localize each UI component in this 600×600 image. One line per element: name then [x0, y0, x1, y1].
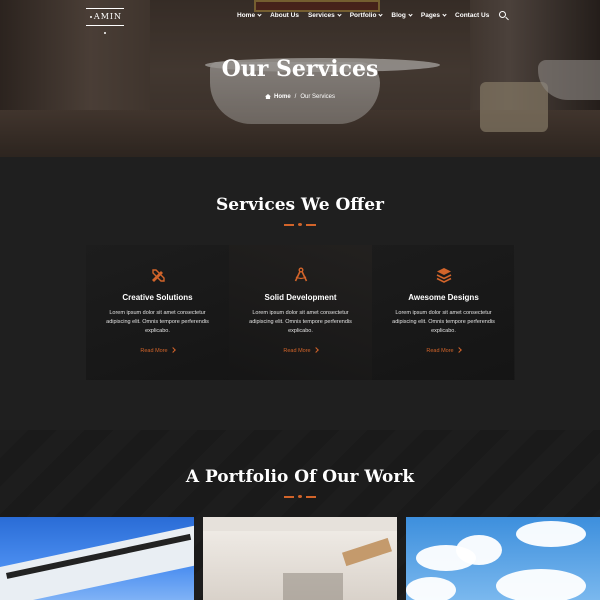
service-title: Solid Development: [264, 293, 337, 302]
portfolio-section: A Portfolio Of Our Work: [0, 430, 600, 600]
portfolio-item[interactable]: [406, 517, 600, 600]
read-more-link[interactable]: Read More: [229, 347, 372, 354]
chevron-down-icon: [337, 12, 342, 17]
site-logo[interactable]: AMIN: [86, 8, 124, 34]
nav-item-services[interactable]: Services: [307, 12, 342, 19]
service-card: Awesome Designs Lorem ipsum dolor sit am…: [372, 245, 515, 380]
chevron-down-icon: [408, 12, 413, 17]
read-more-link[interactable]: Read More: [86, 347, 229, 354]
nav-item-label: Contact Us: [455, 12, 490, 19]
portfolio-item[interactable]: [203, 517, 397, 600]
compass-icon: [294, 267, 308, 282]
arrow-right-icon: [312, 347, 319, 353]
nav-item-pages[interactable]: Pages: [420, 12, 447, 19]
title-divider: [284, 223, 316, 226]
nav-item-label: Services: [307, 12, 335, 19]
title-divider: [284, 495, 316, 498]
arrow-right-icon: [455, 347, 462, 353]
chevron-down-icon: [378, 12, 384, 17]
service-card: Creative Solutions Lorem ipsum dolor sit…: [86, 245, 229, 380]
service-title: Creative Solutions: [122, 293, 193, 302]
read-more-label: Read More: [426, 348, 454, 354]
chevron-down-icon: [442, 12, 447, 17]
breadcrumb: Home / Our Services: [0, 94, 600, 100]
nav-item-label: Blog: [391, 12, 406, 19]
main-navigation: AMIN Home About Us Services Portfolio Bl…: [0, 0, 600, 34]
menu: Home About Us Services Portfolio Blog Pa…: [237, 12, 489, 19]
nav-item-home[interactable]: Home: [237, 12, 262, 19]
arrow-right-icon: [169, 347, 176, 353]
service-title: Awesome Designs: [408, 293, 479, 302]
section-title: A Portfolio Of Our Work: [185, 467, 415, 487]
section-title: Services We Offer: [215, 195, 385, 215]
page-title: Our Services: [221, 56, 379, 82]
hero-banner: AMIN Home About Us Services Portfolio Bl…: [0, 0, 600, 157]
nav-item-label: Portfolio: [349, 12, 377, 19]
home-icon: [264, 94, 271, 99]
nav-item-label: Home: [237, 12, 256, 19]
nav-item-blog[interactable]: Blog: [391, 12, 413, 19]
chevron-down-icon: [257, 12, 262, 17]
breadcrumb-current: Our Services: [300, 94, 336, 100]
breadcrumb-home-link[interactable]: Home: [274, 94, 291, 100]
portfolio-item[interactable]: [0, 517, 194, 600]
services-cards: Creative Solutions Lorem ipsum dolor sit…: [86, 245, 515, 380]
portfolio-gallery: [0, 517, 600, 600]
service-description: Lorem ipsum dolor sit amet consectetur a…: [249, 310, 352, 334]
nav-item-portfolio[interactable]: Portfolio: [349, 12, 384, 19]
nav-item-label: Pages: [420, 12, 441, 19]
nav-item-label: About Us: [270, 12, 299, 19]
layers-icon: [436, 268, 452, 283]
read-more-link[interactable]: Read More: [372, 347, 515, 354]
service-card: Solid Development Lorem ipsum dolor sit …: [229, 245, 372, 380]
nav-item-contact-us[interactable]: Contact Us: [455, 12, 489, 19]
logo-text: AMIN: [93, 12, 123, 21]
tools-icon: [152, 269, 165, 282]
read-more-label: Read More: [283, 348, 311, 354]
read-more-label: Read More: [140, 348, 168, 354]
nav-item-about-us[interactable]: About Us: [270, 12, 299, 19]
service-description: Lorem ipsum dolor sit amet consectetur a…: [392, 310, 495, 334]
search-icon[interactable]: [499, 11, 509, 21]
breadcrumb-separator: /: [294, 94, 297, 100]
service-description: Lorem ipsum dolor sit amet consectetur a…: [106, 310, 209, 334]
services-section: Services We Offer Creative Solutions Lor…: [0, 157, 600, 430]
